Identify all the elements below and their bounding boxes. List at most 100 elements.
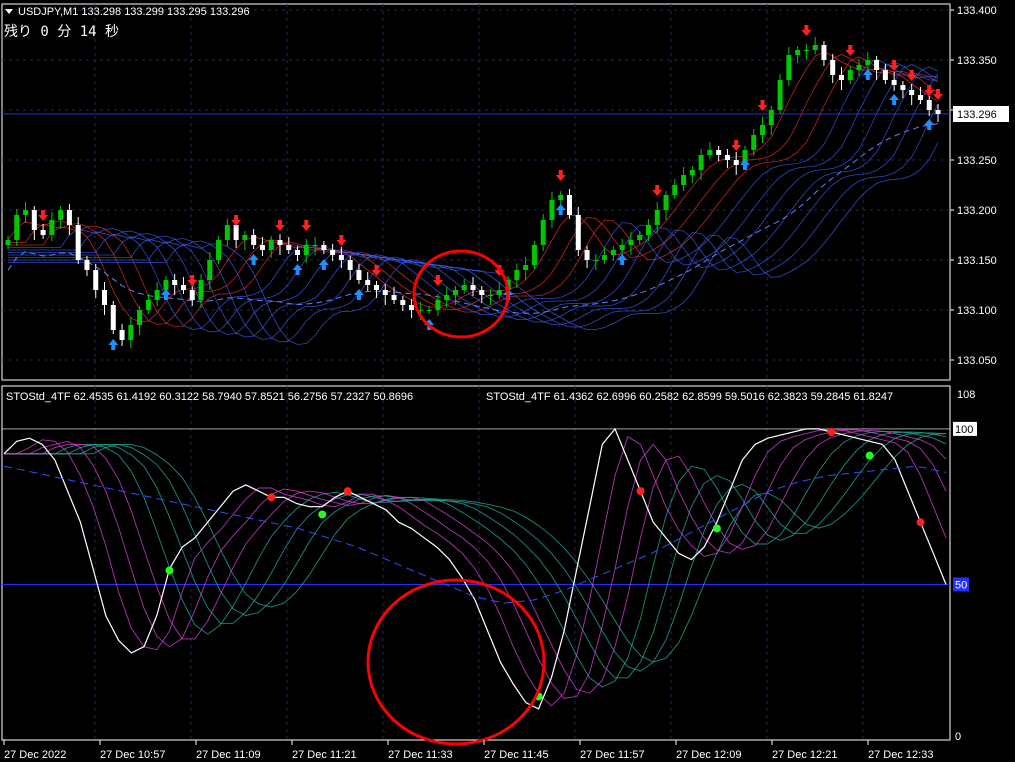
candle-body	[391, 295, 397, 300]
candle-body	[917, 95, 923, 100]
candle-body	[163, 280, 169, 290]
candle-body	[119, 330, 125, 340]
sto-red-dot	[636, 487, 645, 496]
candle-body	[137, 310, 143, 325]
ind-axis-50: 50	[955, 579, 967, 591]
sell-arrow-icon	[432, 275, 443, 286]
sell-arrow-icon	[231, 215, 242, 226]
candle-body	[145, 300, 151, 310]
sto-band-line-5	[4, 431, 947, 679]
sto-green-dot	[865, 451, 874, 460]
time-tick-label: 27 Dec 12:21	[772, 749, 837, 761]
candle-body	[330, 250, 336, 255]
candle-body	[312, 245, 318, 246]
candle-body	[224, 225, 230, 240]
candle-body	[303, 245, 309, 255]
countdown-timer: 残り 0 分 14 秒	[4, 24, 119, 40]
price-tick-label: 133.150	[957, 255, 997, 267]
candle-body	[593, 260, 599, 261]
candle-body	[847, 70, 853, 80]
candle-body	[760, 125, 766, 135]
candle-body	[654, 210, 660, 225]
candle-body	[23, 210, 29, 215]
buy-arrow-icon	[555, 204, 566, 215]
candle-body	[461, 285, 467, 290]
sto-red-dot	[343, 487, 352, 496]
candle-body	[356, 270, 362, 280]
candle-body	[444, 295, 450, 300]
chart-canvas[interactable]: 133.400133.350133.300133.250133.200133.1…	[0, 0, 1015, 762]
candle-body	[409, 305, 415, 310]
buy-arrow-icon	[318, 259, 329, 270]
candles	[5, 37, 941, 348]
candle-body	[435, 300, 441, 310]
candle-body	[198, 280, 204, 300]
sell-arrow-icon	[845, 45, 856, 56]
candle-body	[795, 50, 801, 55]
sto-band-line-4	[4, 430, 947, 688]
ma-ribbon-line-9	[8, 142, 939, 345]
indicator-values-2: STOStd_4TF 61.4362 62.6996 60.2582 62.85…	[486, 391, 893, 403]
candle-body	[479, 290, 485, 295]
candle-body	[251, 235, 257, 245]
candle-body	[689, 170, 695, 175]
chart-window: 133.400133.350133.300133.250133.200133.1…	[0, 0, 1015, 762]
sell-arrow-icon	[924, 85, 935, 96]
ind-axis-0: 0	[955, 731, 961, 743]
candle-body	[347, 260, 353, 270]
candle-body	[216, 240, 222, 260]
candle-body	[540, 220, 546, 245]
sto-green-dot	[712, 524, 721, 533]
candle-body	[110, 305, 116, 330]
candle-body	[40, 230, 46, 235]
candle-body	[681, 175, 687, 185]
candle-body	[716, 150, 722, 155]
candle-body	[382, 290, 388, 295]
candle-body	[259, 245, 265, 250]
sto-band-line-1	[4, 428, 947, 707]
price-tick-label: 133.400	[957, 5, 997, 17]
time-tick-label: 27 Dec 12:09	[676, 749, 741, 761]
time-tick-label: 27 Dec 2022	[4, 749, 66, 761]
candle-body	[49, 220, 55, 235]
candle-body	[242, 235, 248, 240]
sto-red-dot	[827, 428, 836, 436]
candle-body	[909, 90, 915, 95]
candle-body	[180, 285, 186, 290]
candle-body	[277, 240, 283, 245]
candle-body	[882, 70, 888, 80]
candle-body	[84, 260, 90, 270]
time-tick-label: 27 Dec 11:45	[484, 749, 549, 761]
sto-red-dot	[916, 518, 925, 527]
candle-body	[58, 210, 64, 220]
candle-body	[14, 215, 20, 240]
candle-body	[154, 290, 160, 300]
candle-body	[891, 80, 897, 85]
ind-axis-100: 100	[955, 424, 973, 436]
candle-body	[637, 235, 643, 240]
candle-body	[926, 100, 932, 110]
candle-body	[66, 210, 72, 225]
candle-body	[31, 210, 37, 230]
ma-ribbon-line-7	[8, 73, 939, 340]
sell-arrow-icon	[274, 220, 285, 231]
buy-arrow-icon	[862, 69, 873, 80]
sell-arrow-icon	[652, 185, 663, 196]
candle-body	[531, 245, 537, 265]
time-tick-label: 27 Dec 10:57	[100, 749, 165, 761]
candle-body	[838, 75, 844, 80]
sell-arrow-icon	[801, 25, 812, 36]
price-tick-label: 133.050	[957, 355, 997, 367]
candle-body	[558, 195, 564, 200]
candle-body	[812, 45, 818, 50]
candle-body	[523, 265, 529, 270]
sell-arrow-icon	[555, 170, 566, 181]
buy-arrow-icon	[248, 254, 259, 265]
candle-body	[452, 290, 458, 295]
candle-body	[935, 110, 941, 114]
time-tick-label: 27 Dec 11:21	[292, 749, 357, 761]
candle-body	[567, 195, 573, 215]
sto-band-line-3	[4, 429, 947, 694]
candle-body	[128, 325, 134, 340]
candle-body	[488, 295, 494, 296]
